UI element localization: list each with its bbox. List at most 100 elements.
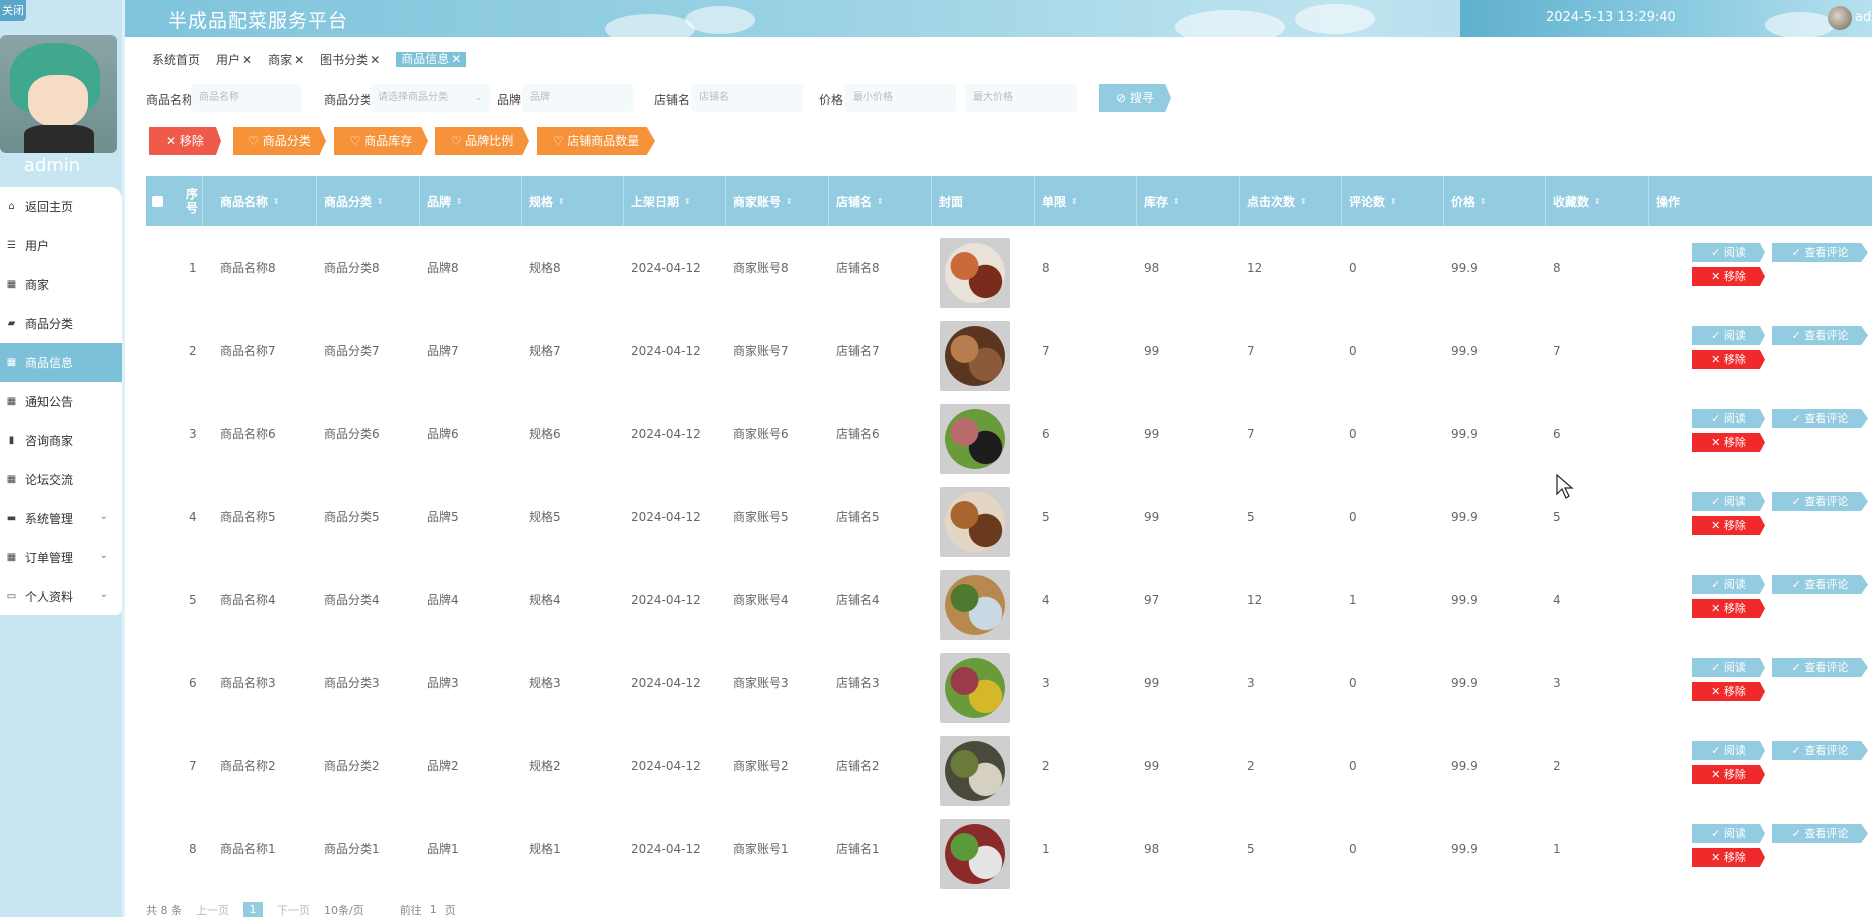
sidebar-item-7[interactable]: ▦ 论坛交流 xyxy=(0,460,122,499)
tab-2[interactable]: 商家 ✕ xyxy=(268,51,304,68)
pager-current-page[interactable]: 1 xyxy=(243,902,263,917)
product-cover-image[interactable] xyxy=(940,404,1010,474)
column-header-0[interactable]: 序号 xyxy=(179,176,203,226)
read-button[interactable]: ✓ 阅读 xyxy=(1692,658,1765,677)
sidebar-item-3[interactable]: ▰ 商品分类 xyxy=(0,304,122,343)
sidebar-item-5[interactable]: ▦ 通知公告 xyxy=(0,382,122,421)
shop-input[interactable]: 店铺名 xyxy=(691,84,803,112)
table-row[interactable]: 1 商品名称8 商品分类8 品牌8 规格8 2024-04-12 商家账号8 店铺名8 8 98 1… xyxy=(146,226,1872,309)
close-icon[interactable]: ✕ xyxy=(451,52,461,67)
sort-icon[interactable]: ⇕ xyxy=(684,197,691,206)
row-delete-button[interactable]: ✕ 移除 xyxy=(1692,599,1765,618)
tab-3[interactable]: 图书分类 ✕ xyxy=(320,51,380,68)
search-button[interactable]: ⊘ 搜寻 xyxy=(1099,84,1171,112)
sidebar-item-6[interactable]: ▮ 咨询商家 xyxy=(0,421,122,460)
table-row[interactable]: 7 商品名称2 商品分类2 品牌2 规格2 2024-04-12 商家账号2 店铺名2 2 99 2… xyxy=(146,724,1872,807)
view-reviews-button[interactable]: ✓ 查看评论 xyxy=(1772,824,1868,843)
read-button[interactable]: ✓ 阅读 xyxy=(1692,575,1765,594)
sort-icon[interactable]: ⇕ xyxy=(1071,197,1078,206)
sort-icon[interactable]: ⇕ xyxy=(456,197,463,206)
brand-input[interactable]: 品牌 xyxy=(522,84,633,112)
row-delete-button[interactable]: ✕ 移除 xyxy=(1692,516,1765,535)
sidebar-item-1[interactable]: ☰ 用户 xyxy=(0,226,122,265)
column-header-5[interactable]: 上架日期 ⇕ xyxy=(624,176,726,226)
product-cover-image[interactable] xyxy=(940,570,1010,640)
header-avatar[interactable] xyxy=(1828,6,1852,30)
view-reviews-button[interactable]: ✓ 查看评论 xyxy=(1772,658,1868,677)
read-button[interactable]: ✓ 阅读 xyxy=(1692,824,1765,843)
table-row[interactable]: 3 商品名称6 商品分类6 品牌6 规格6 2024-04-12 商家账号6 店铺名6 6 99 7… xyxy=(146,392,1872,475)
sort-icon[interactable]: ⇕ xyxy=(558,197,565,206)
table-row[interactable]: 2 商品名称7 商品分类7 品牌7 规格7 2024-04-12 商家账号7 店铺名7 7 99 7… xyxy=(146,309,1872,392)
price-min-input[interactable]: 最小价格 xyxy=(845,84,956,112)
tab-1[interactable]: 用户 ✕ xyxy=(216,51,252,68)
close-icon[interactable]: ✕ xyxy=(370,53,380,67)
tab-4[interactable]: 商品信息 ✕ xyxy=(396,52,467,67)
stock-chart-button[interactable]: ♡ 商品库存 xyxy=(334,127,428,155)
row-delete-button[interactable]: ✕ 移除 xyxy=(1692,350,1765,369)
read-button[interactable]: ✓ 阅读 xyxy=(1692,326,1765,345)
sidebar-item-10[interactable]: ▭ 个人资料 ⌄ xyxy=(0,577,122,616)
column-header-13[interactable]: 价格 ⇕ xyxy=(1444,176,1546,226)
pager-size-select[interactable]: 10条/页 xyxy=(324,902,364,917)
view-reviews-button[interactable]: ✓ 查看评论 xyxy=(1772,575,1868,594)
sidebar-item-4[interactable]: ▦ 商品信息 xyxy=(0,343,122,382)
table-row[interactable]: 8 商品名称1 商品分类1 品牌1 规格1 2024-04-12 商家账号1 店铺名1 1 98 5… xyxy=(146,807,1872,890)
read-button[interactable]: ✓ 阅读 xyxy=(1692,492,1765,511)
product-cover-image[interactable] xyxy=(940,819,1010,889)
sort-icon[interactable]: ⇕ xyxy=(1173,197,1180,206)
sidebar-item-8[interactable]: ▬ 系统管理 ⌄ xyxy=(0,499,122,538)
row-delete-button[interactable]: ✕ 移除 xyxy=(1692,848,1765,867)
tab-0[interactable]: 系统首页 xyxy=(152,51,200,68)
sidebar-item-9[interactable]: ▦ 订单管理 ⌄ xyxy=(0,538,122,577)
row-delete-button[interactable]: ✕ 移除 xyxy=(1692,765,1765,784)
table-row[interactable]: 5 商品名称4 商品分类4 品牌4 规格4 2024-04-12 商家账号4 店铺名4 4 97 1… xyxy=(146,558,1872,641)
pager-goto-input[interactable]: 1 xyxy=(430,903,437,916)
close-icon[interactable]: ✕ xyxy=(294,53,304,67)
brand-ratio-button[interactable]: ♡ 品牌比例 xyxy=(435,127,529,155)
batch-delete-button[interactable]: ✕ 移除 xyxy=(149,127,221,155)
view-reviews-button[interactable]: ✓ 查看评论 xyxy=(1772,243,1868,262)
column-header-11[interactable]: 点击次数 ⇕ xyxy=(1240,176,1342,226)
category-chart-button[interactable]: ♡ 商品分类 xyxy=(233,127,326,155)
read-button[interactable]: ✓ 阅读 xyxy=(1692,409,1765,428)
row-delete-button[interactable]: ✕ 移除 xyxy=(1692,433,1765,452)
product-cover-image[interactable] xyxy=(940,736,1010,806)
column-header-4[interactable]: 规格 ⇕ xyxy=(522,176,624,226)
sort-icon[interactable]: ⇕ xyxy=(377,197,384,206)
column-header-10[interactable]: 库存 ⇕ xyxy=(1137,176,1240,226)
read-button[interactable]: ✓ 阅读 xyxy=(1692,243,1765,262)
view-reviews-button[interactable]: ✓ 查看评论 xyxy=(1772,326,1868,345)
column-header-15[interactable]: 操作 xyxy=(1649,176,1872,226)
shop-count-button[interactable]: ♡ 店铺商品数量 xyxy=(537,127,655,155)
column-header-7[interactable]: 店铺名 ⇕ xyxy=(829,176,932,226)
column-header-2[interactable]: 商品分类 ⇕ xyxy=(317,176,420,226)
view-reviews-button[interactable]: ✓ 查看评论 xyxy=(1772,409,1868,428)
sort-icon[interactable]: ⇕ xyxy=(786,197,793,206)
sort-icon[interactable]: ⇕ xyxy=(1390,197,1397,206)
product-cover-image[interactable] xyxy=(940,487,1010,557)
sidebar-item-0[interactable]: ⌂ 返回主页 xyxy=(0,187,122,226)
table-row[interactable]: 6 商品名称3 商品分类3 品牌3 规格3 2024-04-12 商家账号3 店铺名3 3 99 3… xyxy=(146,641,1872,724)
column-header-6[interactable]: 商家账号 ⇕ xyxy=(726,176,829,226)
sort-icon[interactable]: ⇕ xyxy=(273,197,280,206)
product-cover-image[interactable] xyxy=(940,653,1010,723)
close-icon[interactable]: ✕ xyxy=(242,53,252,67)
table-row[interactable]: 4 商品名称5 商品分类5 品牌5 规格5 2024-04-12 商家账号5 店铺名5 5 99 5… xyxy=(146,475,1872,558)
sort-icon[interactable]: ⇕ xyxy=(1594,197,1601,206)
column-header-1[interactable]: 商品名称 ⇕ xyxy=(213,176,317,226)
view-reviews-button[interactable]: ✓ 查看评论 xyxy=(1772,492,1868,511)
product-name-input[interactable]: 商品名称 xyxy=(191,84,302,112)
price-max-input[interactable]: 最大价格 xyxy=(965,84,1077,112)
read-button[interactable]: ✓ 阅读 xyxy=(1692,741,1765,760)
row-delete-button[interactable]: ✕ 移除 xyxy=(1692,682,1765,701)
column-header-8[interactable]: 封面 xyxy=(932,176,1035,226)
row-delete-button[interactable]: ✕ 移除 xyxy=(1692,267,1765,286)
sort-icon[interactable]: ⇕ xyxy=(1300,197,1307,206)
pager-next-button[interactable]: 下一页 xyxy=(277,902,310,917)
column-header-14[interactable]: 收藏数 ⇕ xyxy=(1546,176,1649,226)
view-reviews-button[interactable]: ✓ 查看评论 xyxy=(1772,741,1868,760)
sort-icon[interactable]: ⇕ xyxy=(1480,197,1487,206)
column-header-12[interactable]: 评论数 ⇕ xyxy=(1342,176,1444,226)
sidebar-item-2[interactable]: ▦ 商家 xyxy=(0,265,122,304)
